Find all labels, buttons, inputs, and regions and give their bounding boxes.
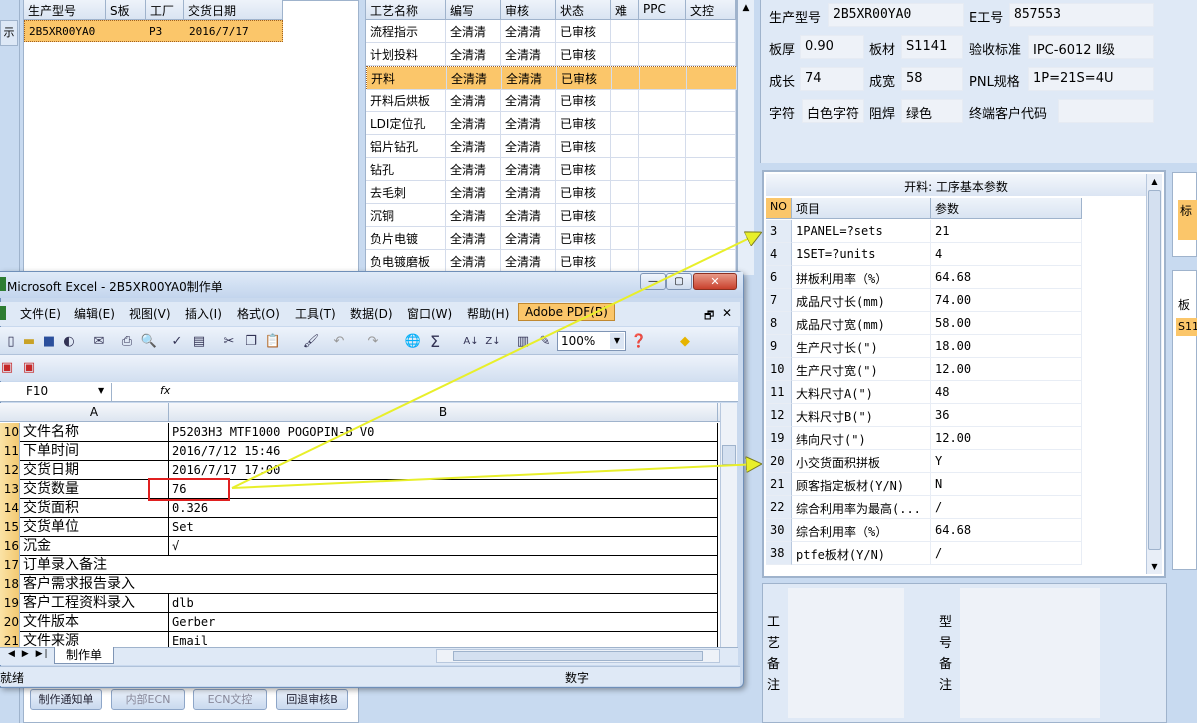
annotation-arrows xyxy=(231,0,1197,489)
arrow-to-small-area xyxy=(231,464,760,489)
arrow-to-params-top xyxy=(231,233,760,489)
